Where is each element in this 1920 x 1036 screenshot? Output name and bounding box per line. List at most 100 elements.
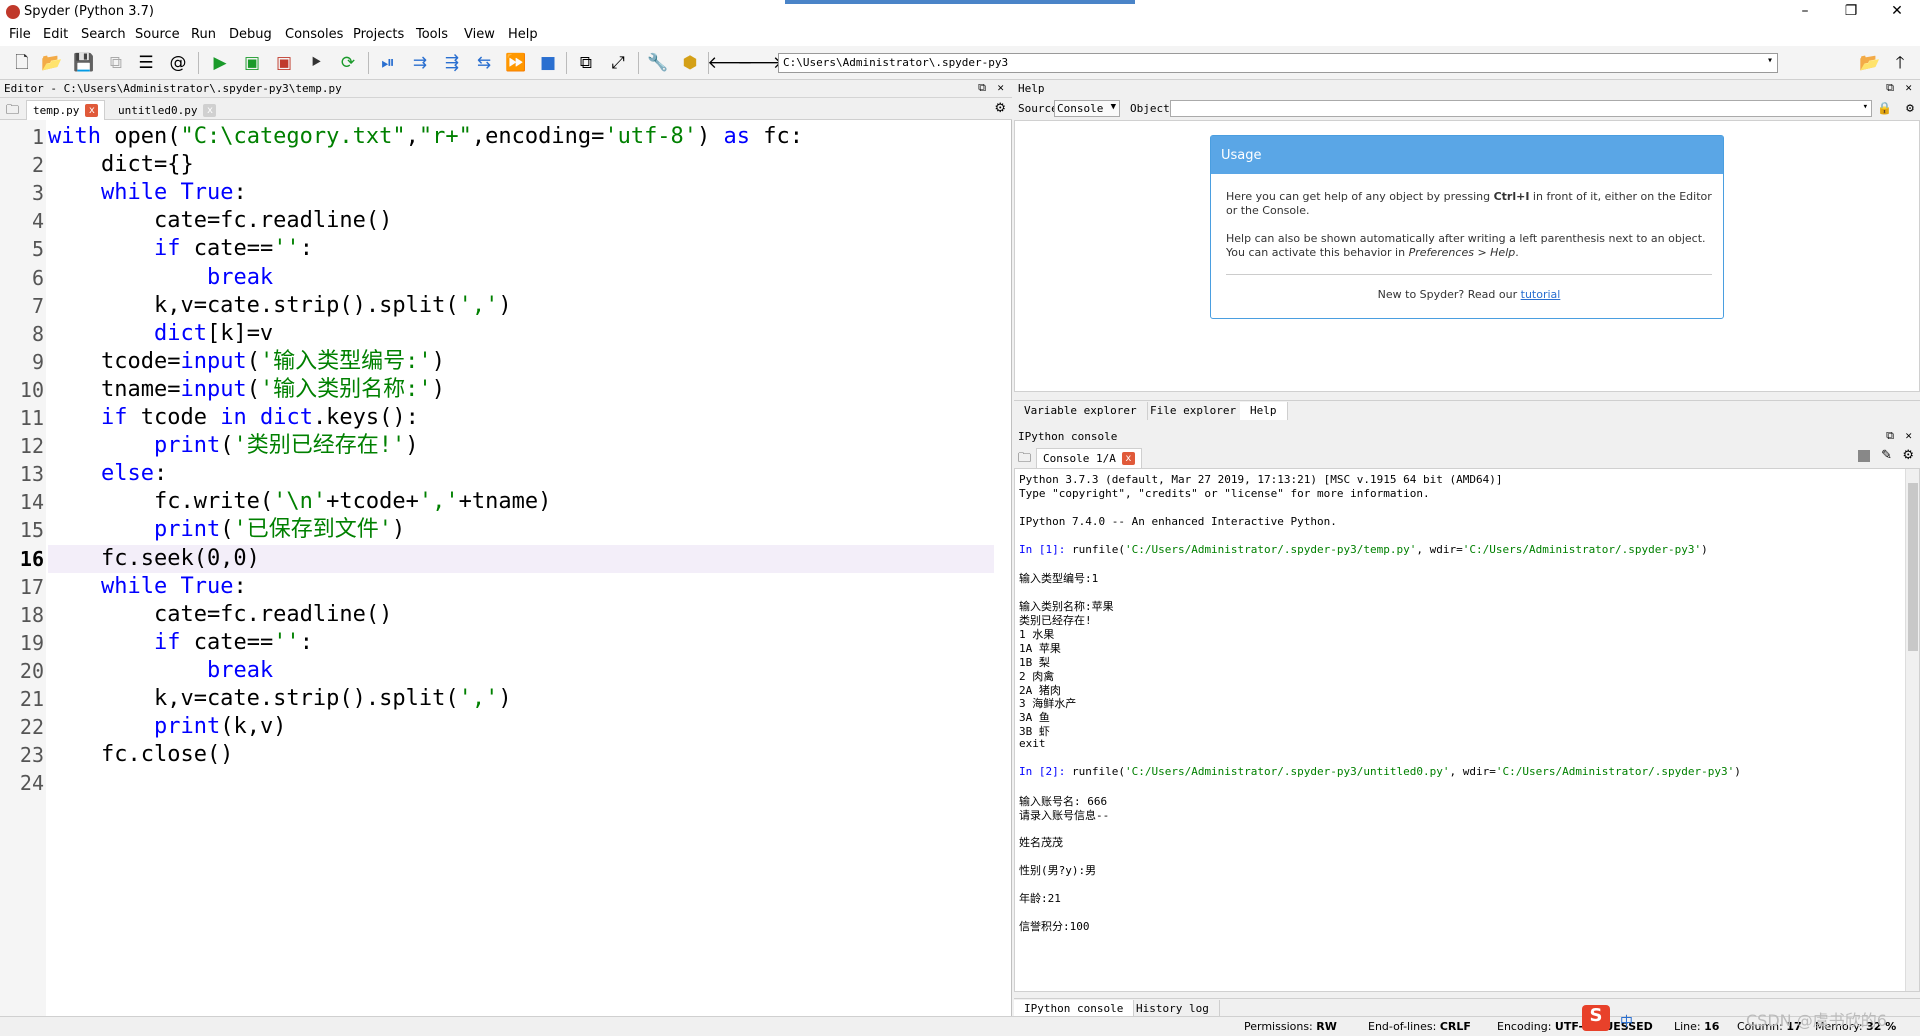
editor-title-text: Editor - C:\Users\Administrator\.spyder-… [4,82,342,95]
tutorial-link[interactable]: tutorial [1521,288,1561,301]
console-text: 年龄:21 [1019,892,1061,905]
chevron-down-icon[interactable]: ▾ [1767,55,1773,66]
parent-dir-icon[interactable]: 🡑 [1888,51,1912,75]
code-string: '输入类型编号:' [259,348,432,374]
menu-consoles[interactable]: Consoles [285,27,343,42]
console-scrollbar[interactable] [1905,469,1919,991]
code-line: fc.seek(0,0) [48,546,260,572]
menu-projects[interactable]: Projects [353,27,404,42]
console-output[interactable]: Python 3.7.3 (default, Mar 27 2019, 17:1… [1014,468,1920,992]
close-tab-icon[interactable]: x [203,103,217,117]
menu-view[interactable]: View [464,27,495,42]
code-text: : [233,573,247,599]
tab-console-1a[interactable]: Console 1/A x [1036,448,1142,468]
code-string: '' [273,236,300,262]
new-file-icon[interactable]: 🗋 [10,51,34,75]
close-tab-icon[interactable]: x [1121,452,1135,465]
code-string: '输入类别名称:' [259,376,432,402]
close-window-button[interactable]: ✕ [1874,0,1920,24]
debug-icon[interactable]: ⏯ [376,51,400,75]
source-select[interactable]: Console ▼ [1054,100,1120,117]
rerun-icon[interactable]: ⟳ [336,51,360,75]
run-cell-advance-icon[interactable]: ▣ [272,51,296,75]
scrollbar-thumb[interactable] [1908,483,1918,651]
step-return-icon[interactable]: ⇆ [472,51,496,75]
gear-icon[interactable]: ⚙ [1906,101,1914,116]
fullscreen-icon[interactable]: ⤢ [606,51,630,75]
line-number: 18 [19,602,44,627]
menu-search[interactable]: Search [81,27,126,42]
clear-console-icon[interactable]: ✎ [1881,448,1892,463]
console-line: In [1]: runfile('C:/Users/Administrator/… [1019,543,1708,556]
menu-run[interactable]: Run [191,27,216,42]
code-text: tcode= [48,348,181,374]
maximize-pane-icon[interactable]: ⧉ [574,51,598,75]
close-pane-icon[interactable]: ✕ [997,81,1004,94]
eol-status: End-of-lines: CRLF [1368,1020,1471,1033]
menu-source[interactable]: Source [135,27,180,42]
tab-variable-explorer[interactable]: Variable explorer [1014,402,1148,420]
step-into-icon[interactable]: ⇶ [440,51,464,75]
console-text: IPython 7.4.0 -- An enhanced Interactive… [1019,514,1337,528]
outline-icon[interactable]: ☰ [134,51,158,75]
restore-button[interactable]: ❐ [1828,0,1874,24]
save-icon[interactable]: 💾 [72,51,96,75]
stop-kernel-icon[interactable] [1858,450,1870,462]
undock-icon[interactable]: ⧉ [978,81,986,95]
at-icon[interactable]: @ [166,51,190,75]
lock-icon[interactable]: 🔒 [1877,101,1892,115]
close-pane-icon[interactable]: ✕ [1905,81,1912,94]
line-number: 17 [19,574,44,599]
code-line: cate=fc.readline() [48,602,392,628]
tab-label: Console 1/A [1043,452,1116,465]
ime-logo-icon[interactable]: S [1582,1005,1610,1031]
run-cell-icon[interactable]: ▣ [240,51,264,75]
open-file-icon[interactable]: 📂 [40,51,64,75]
ime-mode[interactable]: 中 [1620,1011,1633,1030]
code-text: ) [697,124,724,149]
run-icon[interactable]: ▶ [208,51,232,75]
undock-icon[interactable]: ⧉ [1886,429,1894,443]
main-toolbar: 🗋 📂 💾 ⧉ ☰ @ ▶ ▣ ▣ ⯈ ⟳ ⏯ ⇉ ⇶ ⇆ ⏩ ■ ⧉ ⤢ 🔧 … [0,46,1920,80]
tab-help[interactable]: Help [1240,402,1288,420]
menu-file[interactable]: File [9,27,31,42]
code-text: tcode [127,405,221,430]
save-all-icon[interactable]: ⧉ [104,51,128,75]
undock-icon[interactable]: ⧉ [1886,81,1894,95]
object-input[interactable]: ▾ [1170,100,1872,117]
menu-debug[interactable]: Debug [229,27,272,42]
code-text: ( [246,348,260,374]
code-keyword: break [206,264,274,290]
preferences-icon[interactable]: 🔧 [646,51,670,75]
close-tab-icon[interactable]: x [85,104,99,117]
menu-bar: File Edit Search Source Run Debug Consol… [0,24,1920,46]
menu-edit[interactable]: Edit [43,27,68,42]
gear-icon[interactable]: ⚙ [1902,448,1914,463]
tab-untitled0-py[interactable]: untitled0.py x [112,100,222,120]
browse-folder-icon[interactable]: 📂 [1858,51,1882,75]
code-text: fc.close() [48,742,234,768]
step-icon[interactable]: ⇉ [408,51,432,75]
forward-arrow-icon[interactable]: 🡒 [737,51,783,75]
run-selection-icon[interactable]: ⯈ [304,51,328,75]
working-directory-input[interactable]: C:\Users\Administrator\.spyder-py3 ▾ [778,53,1778,73]
menu-tools[interactable]: Tools [416,27,448,42]
line-number: 4 [31,209,44,234]
line-number: 23 [19,743,44,768]
menu-help[interactable]: Help [508,27,538,42]
gear-icon[interactable]: ⚙ [994,101,1006,116]
python-path-icon[interactable]: ⬢ [678,51,702,75]
stop-icon[interactable]: ■ [536,51,560,75]
continue-icon[interactable]: ⏩ [504,51,528,75]
code-area[interactable]: with open("C:\category.txt","r+",encodin… [48,120,1012,1016]
close-pane-icon[interactable]: ✕ [1905,429,1912,442]
minimize-button[interactable]: – [1782,0,1828,24]
tab-file-explorer[interactable]: File explorer [1140,402,1248,420]
tab-temp-py[interactable]: temp.py x [26,100,106,120]
tab-label: temp.py [33,104,80,117]
